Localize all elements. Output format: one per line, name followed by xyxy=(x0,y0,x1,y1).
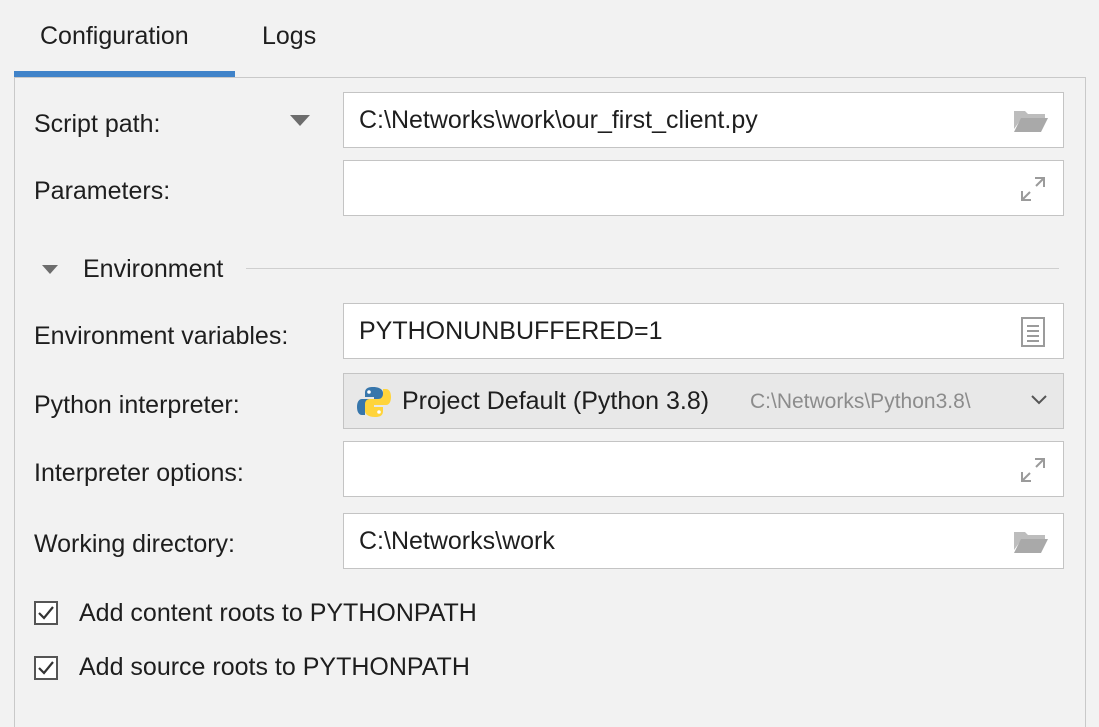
interpreter-options-label: Interpreter options: xyxy=(34,459,244,487)
expand-icon[interactable] xyxy=(1017,173,1049,210)
source-roots-checkbox[interactable] xyxy=(34,656,58,680)
script-path-field[interactable]: C:\Networks\work\our_first_client.py xyxy=(343,92,1064,148)
tab-bar: Configuration Logs xyxy=(0,0,1099,78)
working-directory-label: Working directory: xyxy=(34,530,235,558)
tab-logs[interactable]: Logs xyxy=(262,22,316,51)
folder-icon[interactable] xyxy=(1013,528,1049,559)
python-logo-icon xyxy=(357,385,391,424)
source-roots-label: Add source roots to PYTHONPATH xyxy=(79,653,470,681)
python-interpreter-path: C:\Networks\Python3.8\ xyxy=(750,390,971,413)
tab-configuration[interactable]: Configuration xyxy=(40,22,189,51)
environment-collapse-icon[interactable] xyxy=(42,265,58,274)
chevron-down-icon[interactable] xyxy=(1027,388,1051,417)
script-path-label: Script path: xyxy=(34,110,161,138)
parameters-label: Parameters: xyxy=(34,177,171,205)
environment-section-title[interactable]: Environment xyxy=(83,255,223,284)
content-roots-label: Add content roots to PYTHONPATH xyxy=(79,599,477,627)
script-path-value: C:\Networks\work\our_first_client.py xyxy=(359,106,758,134)
checkmark-icon xyxy=(38,606,54,620)
interpreter-options-field[interactable] xyxy=(343,441,1064,497)
environment-variables-label: Environment variables: xyxy=(34,322,289,350)
content-roots-checkbox[interactable] xyxy=(34,601,58,625)
parameters-field[interactable] xyxy=(343,160,1064,216)
python-interpreter-value: Project Default (Python 3.8) xyxy=(402,387,710,415)
folder-icon[interactable] xyxy=(1013,107,1049,138)
working-directory-value: C:\Networks\work xyxy=(359,527,555,555)
document-icon[interactable] xyxy=(1021,317,1045,352)
python-interpreter-dropdown[interactable]: Project Default (Python 3.8) C:\Networks… xyxy=(343,373,1064,429)
expand-icon[interactable] xyxy=(1017,454,1049,491)
environment-variables-field[interactable]: PYTHONUNBUFFERED=1 xyxy=(343,303,1064,359)
script-type-dropdown-icon[interactable] xyxy=(290,115,310,126)
working-directory-field[interactable]: C:\Networks\work xyxy=(343,513,1064,569)
environment-separator xyxy=(246,268,1059,269)
checkmark-icon xyxy=(38,661,54,675)
environment-variables-value: PYTHONUNBUFFERED=1 xyxy=(359,317,663,345)
python-interpreter-label: Python interpreter: xyxy=(34,391,240,419)
